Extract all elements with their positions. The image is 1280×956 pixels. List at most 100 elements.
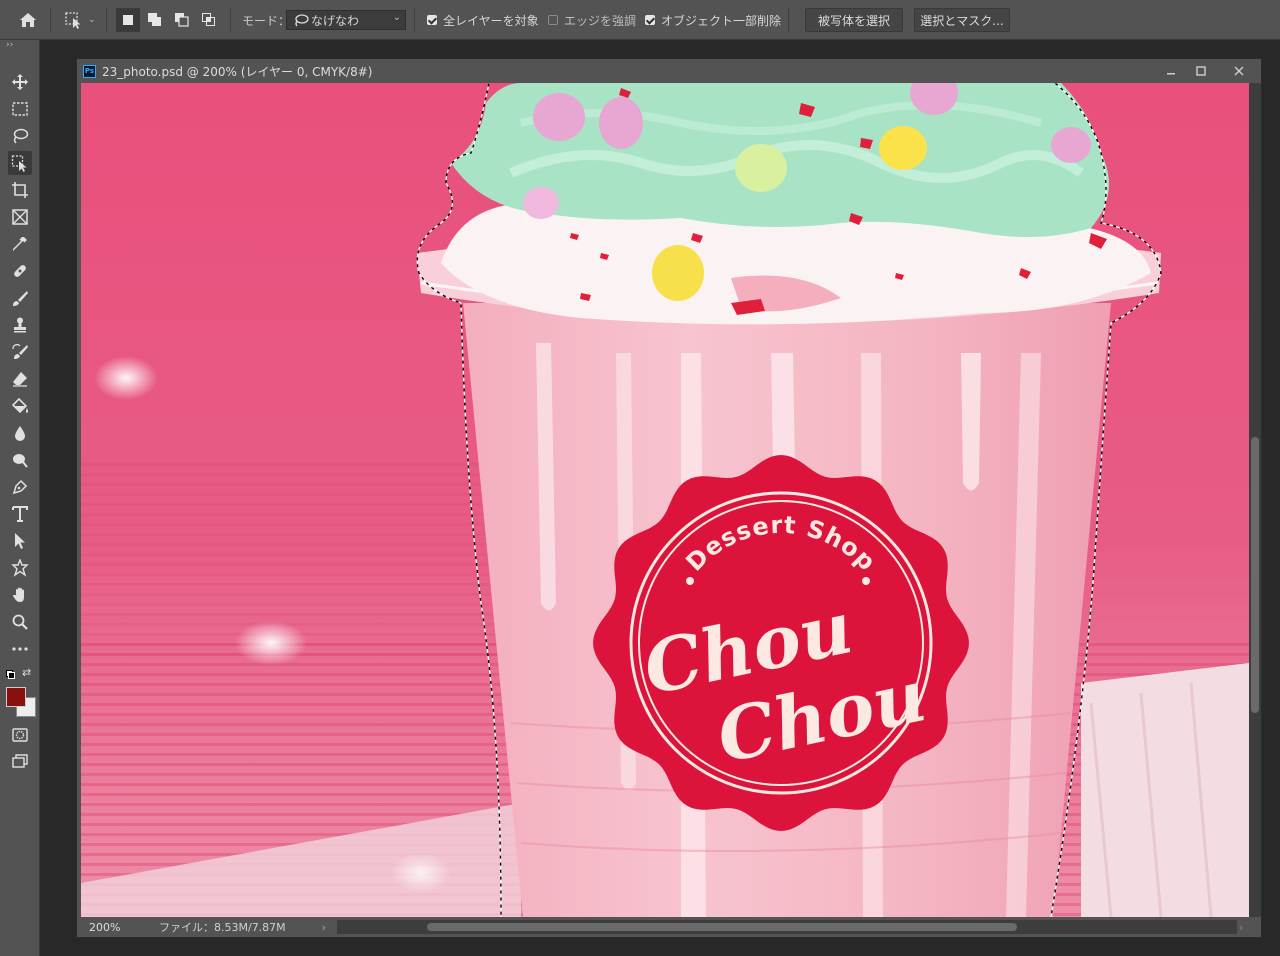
eraser-icon	[13, 372, 27, 387]
vertical-scroll-thumb[interactable]	[1251, 437, 1259, 713]
horizontal-scroll-thumb[interactable]	[427, 923, 1017, 931]
select-subject-button[interactable]: 被写体を選択	[805, 8, 903, 32]
subtract-selection-icon	[175, 13, 189, 27]
zoom-level[interactable]: 200%	[89, 921, 149, 934]
status-menu-arrow-icon[interactable]: ›	[322, 921, 326, 934]
history-brush-tool[interactable]	[8, 340, 32, 364]
mode-value: なげなわ	[311, 13, 360, 28]
checkbox-checked-icon	[427, 15, 437, 25]
stamp-icon	[14, 317, 26, 333]
divider	[788, 8, 789, 32]
object-subtract-label: オブジェクト一部削除	[661, 13, 782, 28]
divider	[414, 8, 415, 32]
mode-label: モード：	[242, 13, 291, 28]
new-selection-icon	[123, 15, 133, 25]
tool-preset-picker[interactable]: ⌄	[64, 0, 96, 40]
photoshop-file-icon: Ps	[83, 64, 96, 78]
quick-mask-button[interactable]	[8, 723, 32, 747]
subtract-selection-button[interactable]	[170, 0, 194, 40]
screen-mode-button[interactable]	[8, 750, 32, 774]
healing-icon	[14, 265, 26, 277]
all-layers-label: 全レイヤーを対象	[443, 13, 539, 28]
object-select-icon	[65, 12, 81, 29]
minimize-button[interactable]	[1159, 59, 1183, 83]
home-icon	[20, 13, 36, 27]
custom-shape-tool[interactable]	[8, 556, 32, 580]
path-select-icon	[15, 533, 25, 549]
foreground-color-swatch[interactable]	[6, 687, 26, 707]
hand-icon	[13, 587, 24, 602]
object-selection-tool[interactable]	[8, 151, 32, 175]
object-subtract-checkbox[interactable]: オブジェクト一部削除	[645, 0, 781, 40]
pen-icon	[12, 479, 28, 495]
frame-tool[interactable]	[8, 205, 32, 229]
crop-tool[interactable]	[8, 178, 32, 202]
hand-tool[interactable]	[8, 583, 32, 607]
photo-artwork: Dessert Shop Chou Chou	[81, 83, 1249, 917]
eyedropper-tool[interactable]	[8, 232, 32, 256]
crop-icon	[12, 182, 28, 198]
canvas[interactable]: Dessert Shop Chou Chou	[81, 83, 1249, 917]
minimize-icon	[1167, 73, 1175, 75]
mode-select[interactable]: なげなわ ⌄	[286, 10, 406, 30]
more-icon	[12, 647, 28, 651]
intersect-selection-button[interactable]	[197, 0, 221, 40]
type-tool[interactable]	[8, 502, 32, 526]
divider	[50, 8, 51, 32]
dodge-icon	[13, 454, 28, 468]
more-tools-button[interactable]	[8, 637, 32, 661]
document-tab[interactable]: Ps 23_photo.psd @ 200% (レイヤー 0, CMYK/8#)	[77, 59, 1261, 83]
dodge-tool[interactable]	[8, 448, 32, 472]
custom-shape-icon	[11, 559, 29, 577]
vertical-scrollbar[interactable]	[1249, 83, 1261, 917]
path-selection-tool[interactable]	[8, 529, 32, 553]
default-colors-icon[interactable]	[6, 670, 15, 679]
brush-icon	[13, 291, 28, 306]
enhance-edge-checkbox[interactable]: エッジを強調	[548, 0, 636, 40]
eraser-tool[interactable]	[8, 367, 32, 391]
options-bar: ⌄ モード： なげなわ ⌄ 全レイヤーを対象 エッジを強調 オブジェクト一部削除…	[0, 0, 1280, 40]
new-selection-button[interactable]	[116, 8, 140, 32]
add-selection-button[interactable]	[143, 0, 167, 40]
close-button[interactable]	[1227, 59, 1251, 83]
swap-colors-icon[interactable]: ⇄	[22, 666, 31, 679]
pen-tool[interactable]	[8, 475, 32, 499]
zoom-icon	[12, 614, 28, 630]
all-layers-checkbox[interactable]: 全レイヤーを対象	[427, 0, 539, 40]
history-brush-icon	[12, 344, 28, 359]
lasso-icon	[295, 14, 309, 27]
healing-brush-tool[interactable]	[8, 259, 32, 283]
document-window: Ps 23_photo.psd @ 200% (レイヤー 0, CMYK/8#)	[76, 58, 1262, 938]
stamp-tool[interactable]	[8, 313, 32, 337]
marquee-tool[interactable]	[8, 97, 32, 121]
blur-tool[interactable]	[8, 421, 32, 445]
enhance-edge-label: エッジを強調	[564, 13, 637, 28]
object-select-icon	[11, 155, 27, 172]
scroll-right-icon[interactable]: ›	[1239, 921, 1243, 934]
maximize-button[interactable]	[1189, 59, 1213, 83]
collapse-panel-icon[interactable]: ››	[6, 40, 13, 50]
chevron-down-icon: ⌄	[392, 12, 401, 23]
eyedropper-icon	[13, 237, 27, 251]
screen-mode-icon	[12, 754, 28, 768]
brush-tool[interactable]	[8, 286, 32, 310]
toolbar: ›› ⇄	[0, 40, 40, 956]
lasso-tool[interactable]	[8, 124, 32, 148]
zoom-tool[interactable]	[8, 610, 32, 634]
add-selection-icon	[148, 13, 161, 26]
maximize-icon	[1196, 66, 1206, 76]
close-icon	[1234, 66, 1244, 76]
move-tool[interactable]	[8, 70, 32, 94]
chevron-down-icon: ⌄	[88, 15, 96, 25]
intersect-selection-icon	[202, 13, 215, 26]
paint-bucket-tool[interactable]	[8, 394, 32, 418]
paint-bucket-icon	[11, 397, 28, 414]
horizontal-scrollbar[interactable]	[337, 920, 1237, 934]
checkbox-unchecked-icon	[548, 15, 558, 25]
file-info[interactable]: ファイル：8.53M/7.87M	[159, 919, 286, 935]
type-icon	[12, 506, 28, 522]
home-button[interactable]	[18, 0, 38, 40]
frame-icon	[12, 209, 28, 225]
checkbox-checked-icon	[645, 15, 655, 25]
select-and-mask-button[interactable]: 選択とマスク...	[914, 8, 1010, 32]
